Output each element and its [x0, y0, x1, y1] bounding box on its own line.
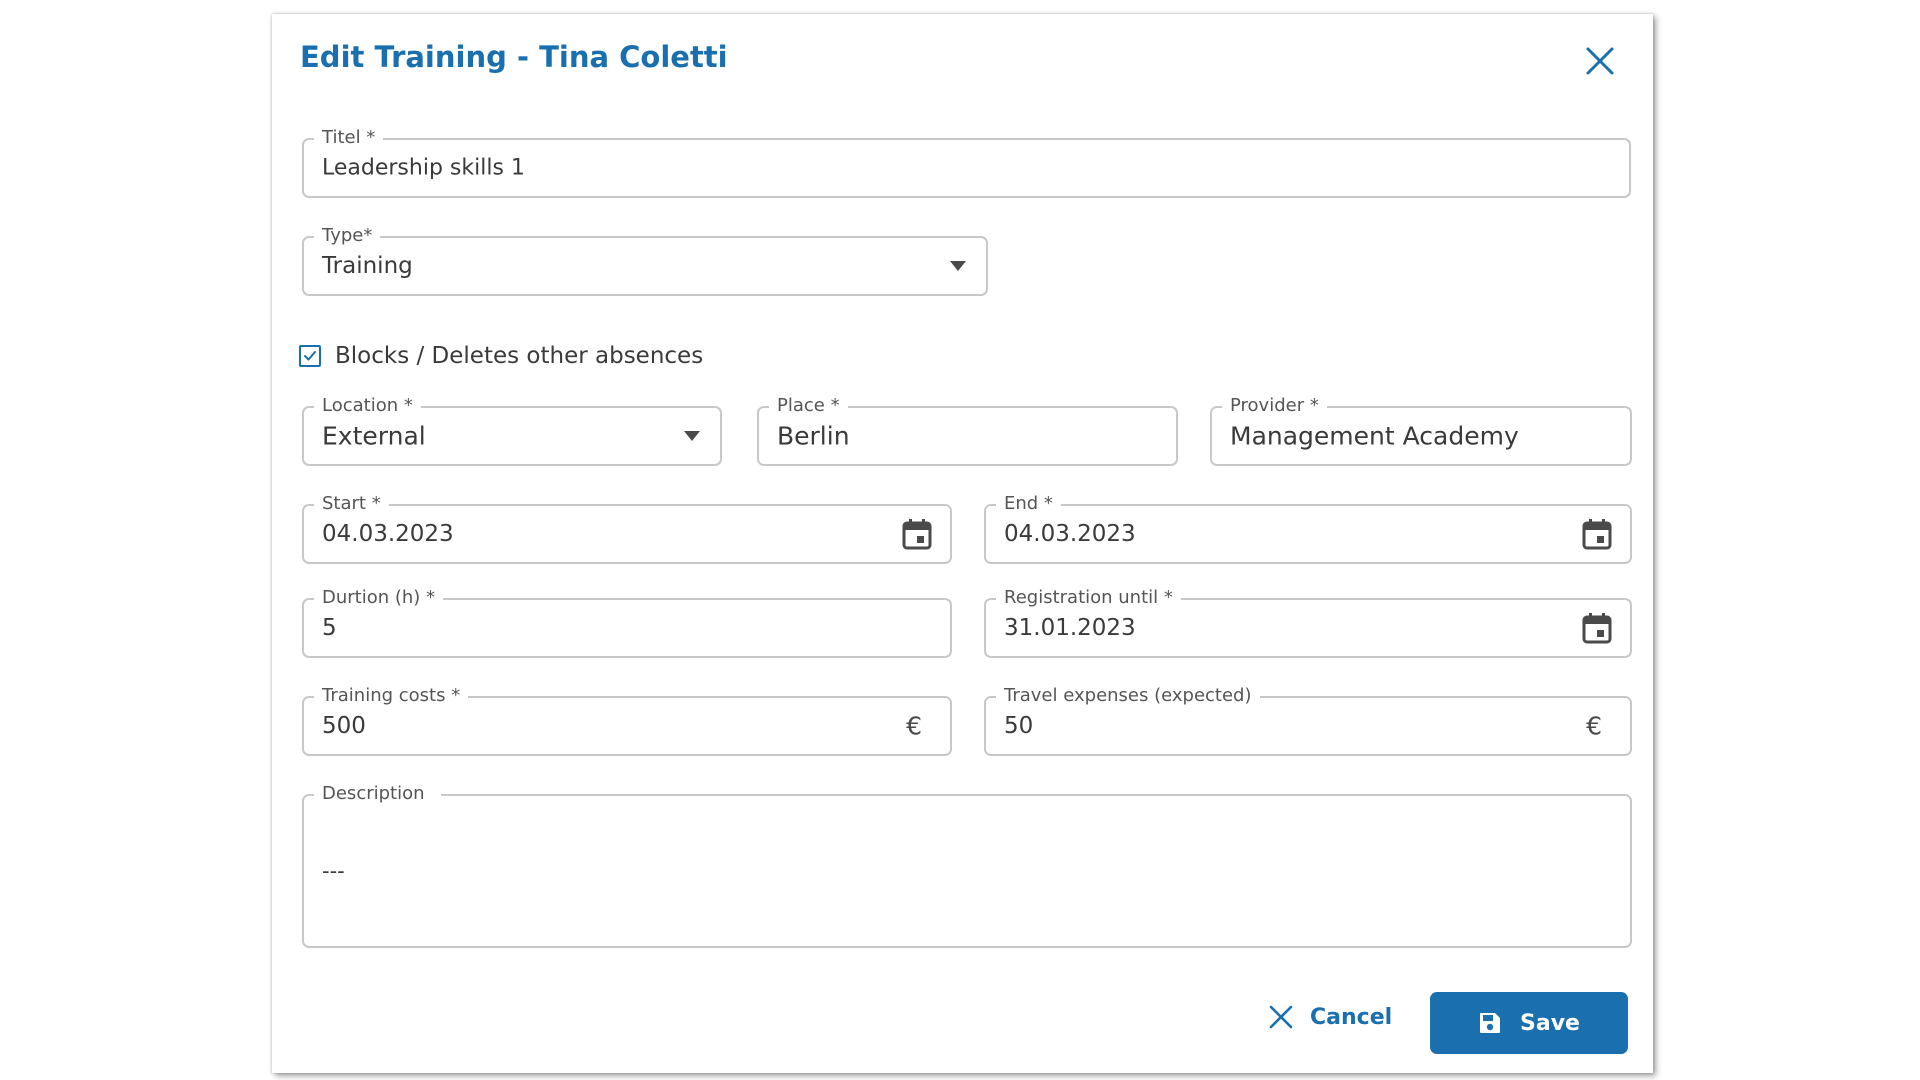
description-textarea[interactable]: Description ---	[302, 782, 1632, 948]
blocks-absences-checkbox-row[interactable]: Blocks / Deletes other absences	[299, 340, 703, 372]
description-value: ---	[322, 859, 345, 883]
type-label: Type*	[314, 224, 381, 248]
type-select[interactable]: Type* Training	[302, 224, 988, 296]
duration-label: Durtion (h) *	[314, 586, 444, 610]
end-label: End *	[996, 492, 1061, 516]
save-button[interactable]: Save	[1430, 992, 1628, 1054]
cancel-button[interactable]: Cancel	[1268, 994, 1392, 1040]
location-select[interactable]: Location * External	[302, 394, 722, 466]
save-label: Save	[1520, 1010, 1580, 1036]
training-costs-label: Training costs *	[314, 684, 469, 708]
titel-value: Leadership skills 1	[322, 155, 525, 181]
registration-until-input[interactable]: Registration until * 31.01.2023	[984, 586, 1632, 658]
calendar-icon[interactable]	[902, 518, 932, 550]
calendar-icon[interactable]	[1582, 518, 1612, 550]
travel-expenses-value: 50	[1004, 713, 1034, 739]
check-icon	[304, 351, 316, 361]
duration-input[interactable]: Durtion (h) * 5	[302, 586, 952, 658]
titel-field[interactable]: Titel * Leadership skills 1	[302, 126, 1631, 198]
place-value: Berlin	[777, 421, 850, 451]
location-value: External	[322, 421, 426, 451]
close-icon	[1586, 47, 1614, 75]
training-costs-input[interactable]: Training costs * 500 €	[302, 684, 952, 756]
travel-expenses-label: Travel expenses (expected)	[996, 684, 1260, 708]
edit-training-dialog: Edit Training - Tina Coletti Titel * Lea…	[272, 14, 1653, 1073]
location-label: Location *	[314, 394, 421, 418]
dialog-title: Edit Training - Tina Coletti	[300, 40, 728, 74]
duration-value: 5	[322, 615, 337, 641]
start-label: Start *	[314, 492, 389, 516]
travel-expenses-input[interactable]: Travel expenses (expected) 50 €	[984, 684, 1632, 756]
end-value: 04.03.2023	[1004, 521, 1136, 547]
training-costs-value: 500	[322, 713, 366, 739]
place-input[interactable]: Place * Berlin	[757, 394, 1178, 466]
blocks-absences-checkbox[interactable]	[299, 345, 321, 367]
registration-until-value: 31.01.2023	[1004, 615, 1136, 641]
euro-icon: €	[1586, 711, 1602, 741]
description-label: Description	[314, 782, 441, 806]
caret-down-icon	[950, 261, 966, 271]
start-value: 04.03.2023	[322, 521, 454, 547]
start-date-input[interactable]: Start * 04.03.2023	[302, 492, 952, 564]
floppy-disk-icon	[1480, 1013, 1501, 1033]
close-button[interactable]	[1582, 43, 1618, 79]
provider-label: Provider *	[1222, 394, 1327, 418]
cancel-label: Cancel	[1310, 1004, 1393, 1030]
end-date-input[interactable]: End * 04.03.2023	[984, 492, 1632, 564]
blocks-absences-label: Blocks / Deletes other absences	[335, 343, 704, 369]
caret-down-icon	[684, 431, 700, 441]
euro-icon: €	[906, 711, 922, 741]
titel-label: Titel *	[314, 126, 384, 150]
provider-value: Management Academy	[1230, 421, 1519, 451]
type-value: Training	[322, 253, 413, 279]
calendar-icon[interactable]	[1582, 612, 1612, 644]
provider-input[interactable]: Provider * Management Academy	[1210, 394, 1632, 466]
registration-until-label: Registration until *	[996, 586, 1181, 610]
x-icon	[1269, 1005, 1293, 1029]
place-label: Place *	[769, 394, 848, 418]
